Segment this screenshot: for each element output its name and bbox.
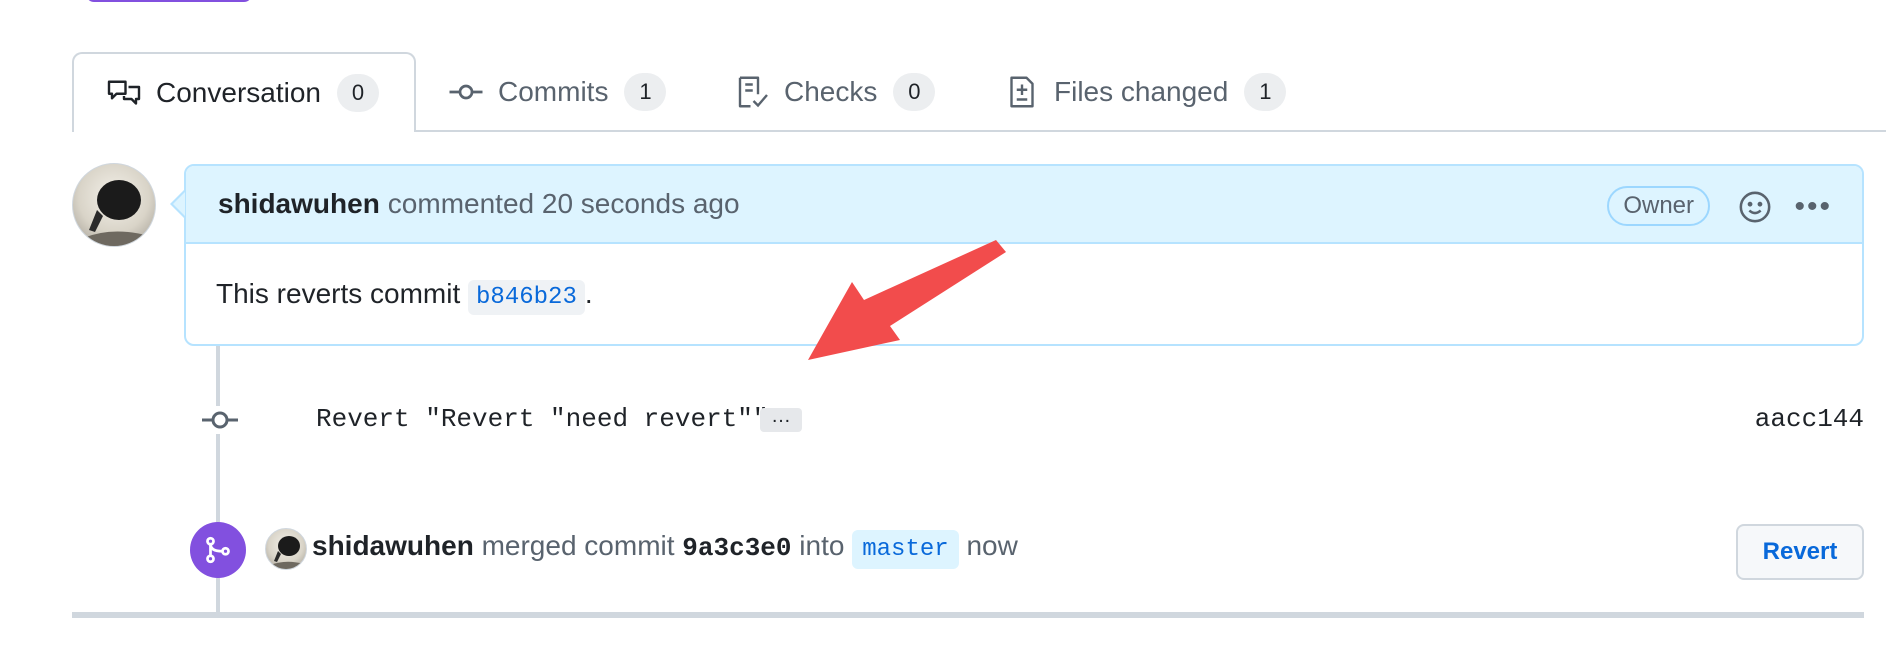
file-diff-icon: [1004, 74, 1040, 110]
merge-author-avatar[interactable]: [265, 528, 307, 570]
kebab-menu-icon[interactable]: •••: [1794, 192, 1832, 222]
comment-box: shidawuhen commented 20 seconds ago Owne…: [184, 164, 1864, 346]
tab-label: Conversation: [156, 77, 321, 108]
commit-sha-link[interactable]: b846b23: [468, 280, 585, 315]
merge-time[interactable]: now: [966, 530, 1017, 561]
avatar[interactable]: [72, 163, 156, 247]
tab-conversation[interactable]: Conversation 0: [72, 52, 416, 132]
annotation-arrow: [808, 240, 1006, 360]
merge-event-text: shidawuhen merged commit 9a3c3e0 into ma…: [312, 530, 1018, 569]
tab-counter: 1: [624, 73, 667, 111]
checklist-icon: [734, 74, 770, 110]
merge-action: merged commit: [481, 530, 675, 561]
add-reaction-icon[interactable]: [1738, 190, 1772, 224]
timeline-end-bar: [72, 612, 1864, 618]
owner-badge: Owner: [1607, 186, 1710, 226]
commit-message[interactable]: Revert "Revert "need revert"": [316, 404, 768, 434]
expand-commit-button[interactable]: …: [760, 406, 802, 432]
tab-label: Files changed: [1054, 76, 1229, 107]
merge-commit-sha[interactable]: 9a3c3e0: [682, 533, 791, 563]
comment-caret-fill: [173, 192, 185, 216]
tab-counter: 0: [336, 74, 379, 112]
tab-label: Commits: [498, 76, 609, 107]
tab-commits[interactable]: Commits 1: [448, 52, 667, 132]
comment-header: shidawuhen commented 20 seconds ago Owne…: [186, 166, 1862, 244]
comment-text: This reverts commit: [216, 278, 469, 309]
tab-files-changed[interactable]: Files changed 1: [1004, 52, 1287, 132]
merge-into: into: [799, 530, 845, 561]
tab-counter: 0: [893, 73, 936, 111]
git-merge-icon: [190, 522, 246, 578]
commit-sha[interactable]: aacc144: [1755, 404, 1864, 434]
merge-author[interactable]: shidawuhen: [312, 530, 474, 561]
tab-counter: 1: [1244, 73, 1287, 111]
git-commit-icon: [200, 406, 240, 434]
status-pill: [86, 0, 252, 2]
branch-label[interactable]: master: [852, 530, 959, 569]
comment-text-end: .: [584, 278, 593, 309]
comment-author[interactable]: shidawuhen: [218, 188, 380, 220]
comment-discussion-icon: [106, 75, 142, 111]
tab-label: Checks: [784, 76, 878, 107]
comment-body: This reverts commit b846b23.: [216, 278, 593, 315]
comment-timestamp[interactable]: commented 20 seconds ago: [388, 188, 740, 220]
revert-button[interactable]: Revert: [1736, 524, 1864, 580]
tab-checks[interactable]: Checks 0: [734, 52, 936, 132]
git-commit-icon: [448, 74, 484, 110]
